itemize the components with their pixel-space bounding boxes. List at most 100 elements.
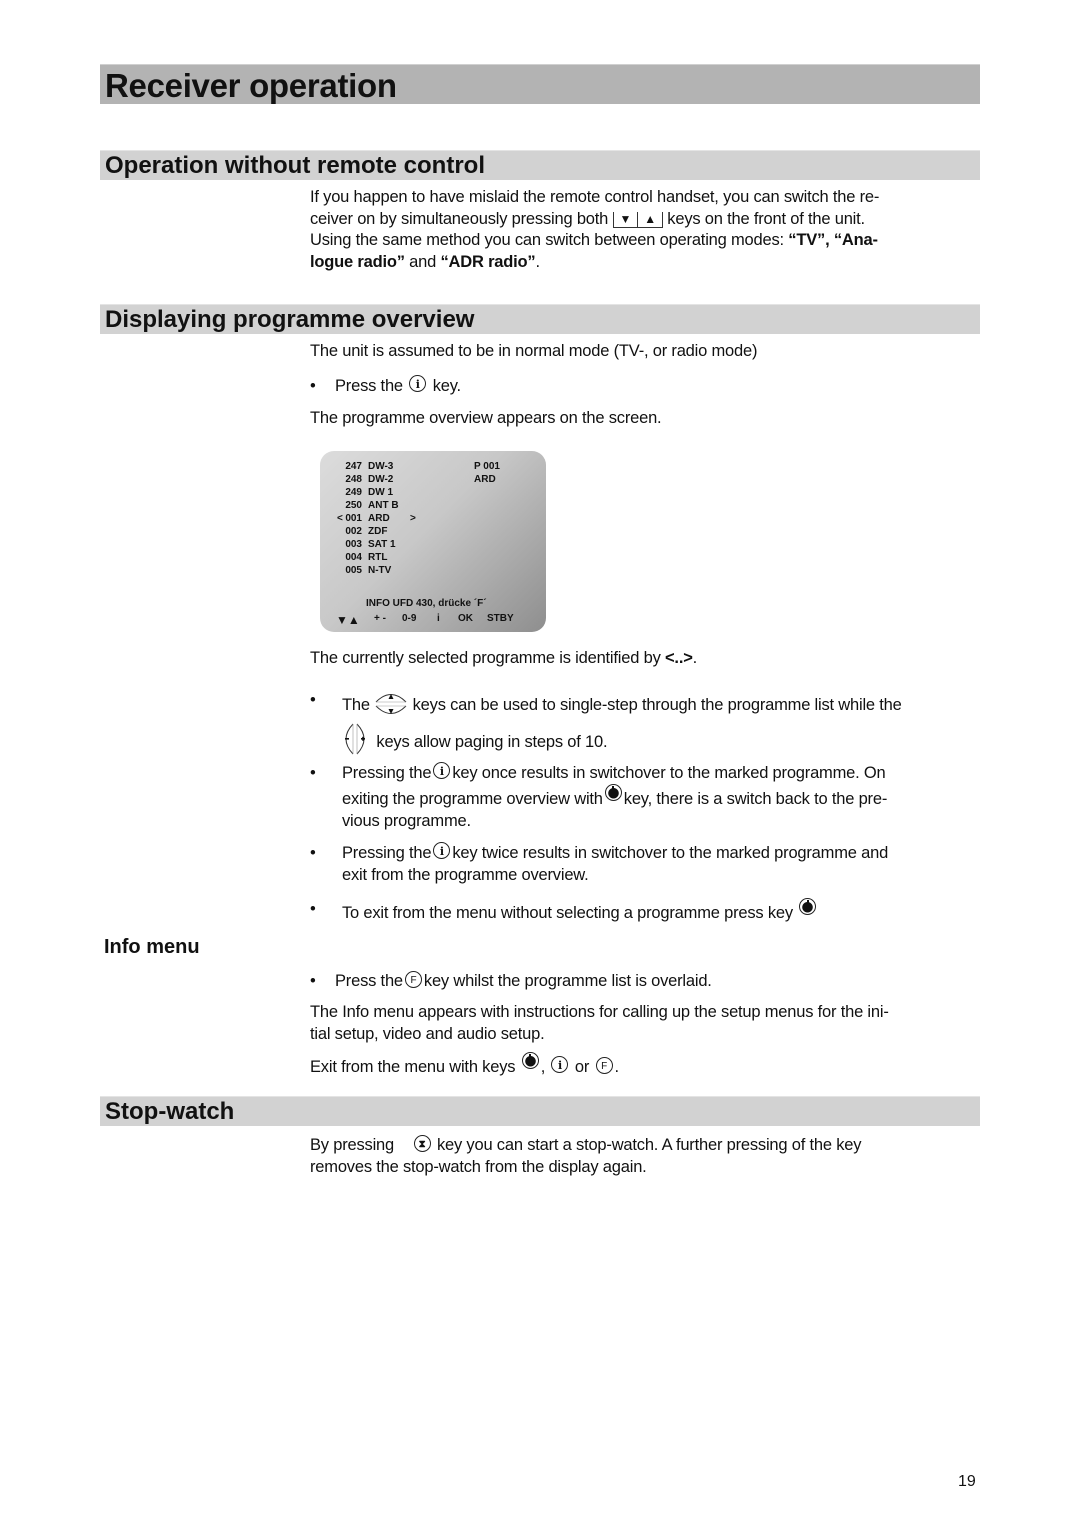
programme-number: 250 (345, 500, 362, 511)
text: ceiver on by simultaneously pressing bot… (310, 209, 609, 228)
section-heading-bar: Operation without remote control (100, 150, 980, 180)
text: keys allow paging in steps of 10. (376, 733, 608, 751)
up-arrow-key-icon: ▲ (638, 211, 663, 228)
power-key-icon (799, 898, 817, 915)
overview-appears-text: The programme overview appears on the sc… (310, 409, 662, 427)
bullet: • (310, 764, 316, 782)
bullet-text: Pressing the i key twice results in switch… (342, 842, 982, 886)
bullet-text: Pressing the i key once results in switcho… (342, 762, 982, 832)
text: key, there is a switch back to the pre- (623, 790, 888, 808)
stop-watch-paragraph: By pressing ⧗ key you can start a stop-w… (310, 1135, 975, 1178)
function-key-icon: F (404, 971, 422, 988)
info-key-icon: i (551, 1056, 569, 1073)
section-heading-programme-overview: Displaying programme overview (105, 306, 475, 333)
text: Pressing the (342, 844, 432, 862)
text: Exit from the menu with keys (310, 1058, 516, 1076)
text-line: The Info menu appears with instructions … (310, 1003, 889, 1021)
info-key-icon: i (433, 842, 451, 859)
text-line: removes the stop-watch from the display … (310, 1157, 647, 1176)
text: and (404, 252, 441, 271)
programme-name: N-TV (368, 565, 392, 576)
page-title-bar: Receiver operation (100, 64, 980, 104)
programme-number: 005 (345, 565, 362, 576)
info-menu-exit-text: Exit from the menu with keys , i or F. (310, 1052, 975, 1079)
text: Press the (335, 377, 403, 395)
screen-footer-item: i (437, 613, 440, 624)
programme-number: 249 (345, 487, 362, 498)
section-heading-bar: Displaying programme overview (100, 304, 980, 334)
programme-number: 002 (345, 526, 362, 537)
programme-number: 247 (345, 461, 362, 472)
programme-name: SAT 1 (368, 539, 396, 550)
programme-name: ANT B (368, 500, 399, 511)
text: vious programme. (342, 812, 471, 830)
text: Using the same method you can switch bet… (310, 231, 789, 249)
bullet: • (310, 691, 316, 709)
bullet: • (310, 900, 316, 918)
screen-footer-item: + - (374, 613, 386, 624)
bullet-text: keys allow paging in steps of 10. (338, 723, 978, 755)
programme-name: ZDF (368, 526, 388, 537)
text-line: Using the same method you can switch bet… (310, 230, 975, 252)
text: key. (432, 377, 461, 395)
text: exiting the programme overview with (342, 790, 603, 808)
text: . (614, 1058, 620, 1076)
programme-name: RTL (368, 552, 388, 563)
text: key once results in switchover to the ma… (452, 764, 886, 782)
text: key you can start a stop-watch. A furthe… (436, 1136, 862, 1154)
selected-marker-text: The currently selected programme is iden… (310, 649, 698, 667)
section-heading-operation-without-remote: Operation without remote control (105, 152, 486, 179)
selected-marker: <..> (665, 649, 693, 667)
section-operation-paragraph: If you happen to have mislaid the remote… (310, 187, 975, 273)
bullet-text: Press the Fkey whilst the programme list … (335, 970, 975, 992)
programme-number: 004 (345, 552, 362, 563)
text: Press the (335, 972, 403, 990)
info-menu-paragraph: The Info menu appears with instructions … (310, 1002, 975, 1045)
text-line: If you happen to have mislaid the remote… (310, 188, 880, 206)
text: key twice results in switchover to the m… (452, 844, 889, 862)
page-number: 19 (958, 1473, 976, 1490)
text: , (540, 1058, 546, 1076)
info-line: INFO UFD 430, drücke ´F´ (366, 598, 487, 609)
bullet-text: To exit from the menu without selecting … (342, 898, 982, 924)
intro-text: The unit is assumed to be in normal mode… (310, 342, 758, 360)
screen-footer-item: STBY (487, 613, 514, 624)
text-line: By pressing ⧗ key you can start a stop-w… (310, 1135, 975, 1157)
current-programme-name: ARD (474, 474, 496, 485)
current-programme-number: P 001 (474, 461, 500, 472)
programme-name: DW-3 (368, 461, 394, 472)
down-arrow-key-icon: ▼ (612, 211, 639, 228)
text: keys on the front of the unit. (667, 209, 865, 228)
mode-analogue: logue radio” (310, 252, 405, 271)
screen-footer-item: 0-9 (402, 613, 417, 624)
bullet: • (310, 377, 316, 395)
up-down-keys-icon (375, 694, 407, 714)
text: The (342, 696, 370, 714)
info-key-icon: i (433, 762, 451, 779)
power-key-icon (521, 1052, 539, 1069)
programme-name: ARD (368, 513, 390, 524)
programme-number: 003 (345, 539, 362, 550)
text: or (574, 1058, 590, 1076)
screen-footer-item: OK (458, 613, 473, 624)
text: Pressing the (342, 764, 432, 782)
selection-marker-right: > (410, 513, 416, 524)
text: key whilst the programme list is overlai… (423, 972, 712, 990)
text: . (535, 252, 540, 271)
screen-footer-item: ▼▲ (336, 613, 360, 627)
section-heading-stop-watch: Stop-watch (105, 1098, 235, 1125)
page-title: Receiver operation (105, 67, 397, 104)
text-line: logue radio” and “ADR radio”. (310, 252, 975, 274)
selection-marker-left: < (337, 513, 343, 524)
info-key-icon: i (409, 375, 427, 392)
minus-plus-keys-icon (345, 723, 365, 755)
power-key-icon (604, 784, 622, 801)
text: To exit from the menu without selecting … (342, 904, 793, 922)
text: By pressing (310, 1136, 395, 1154)
text: keys can be used to single-step through … (412, 696, 902, 714)
programme-number: 248 (345, 474, 362, 485)
stopwatch-key-icon: ⧗ (413, 1135, 431, 1152)
text-line: tial setup, video and audio setup. (310, 1024, 545, 1043)
mode-adr: “ADR radio” (440, 252, 536, 271)
info-menu-heading: Info menu (104, 936, 200, 958)
